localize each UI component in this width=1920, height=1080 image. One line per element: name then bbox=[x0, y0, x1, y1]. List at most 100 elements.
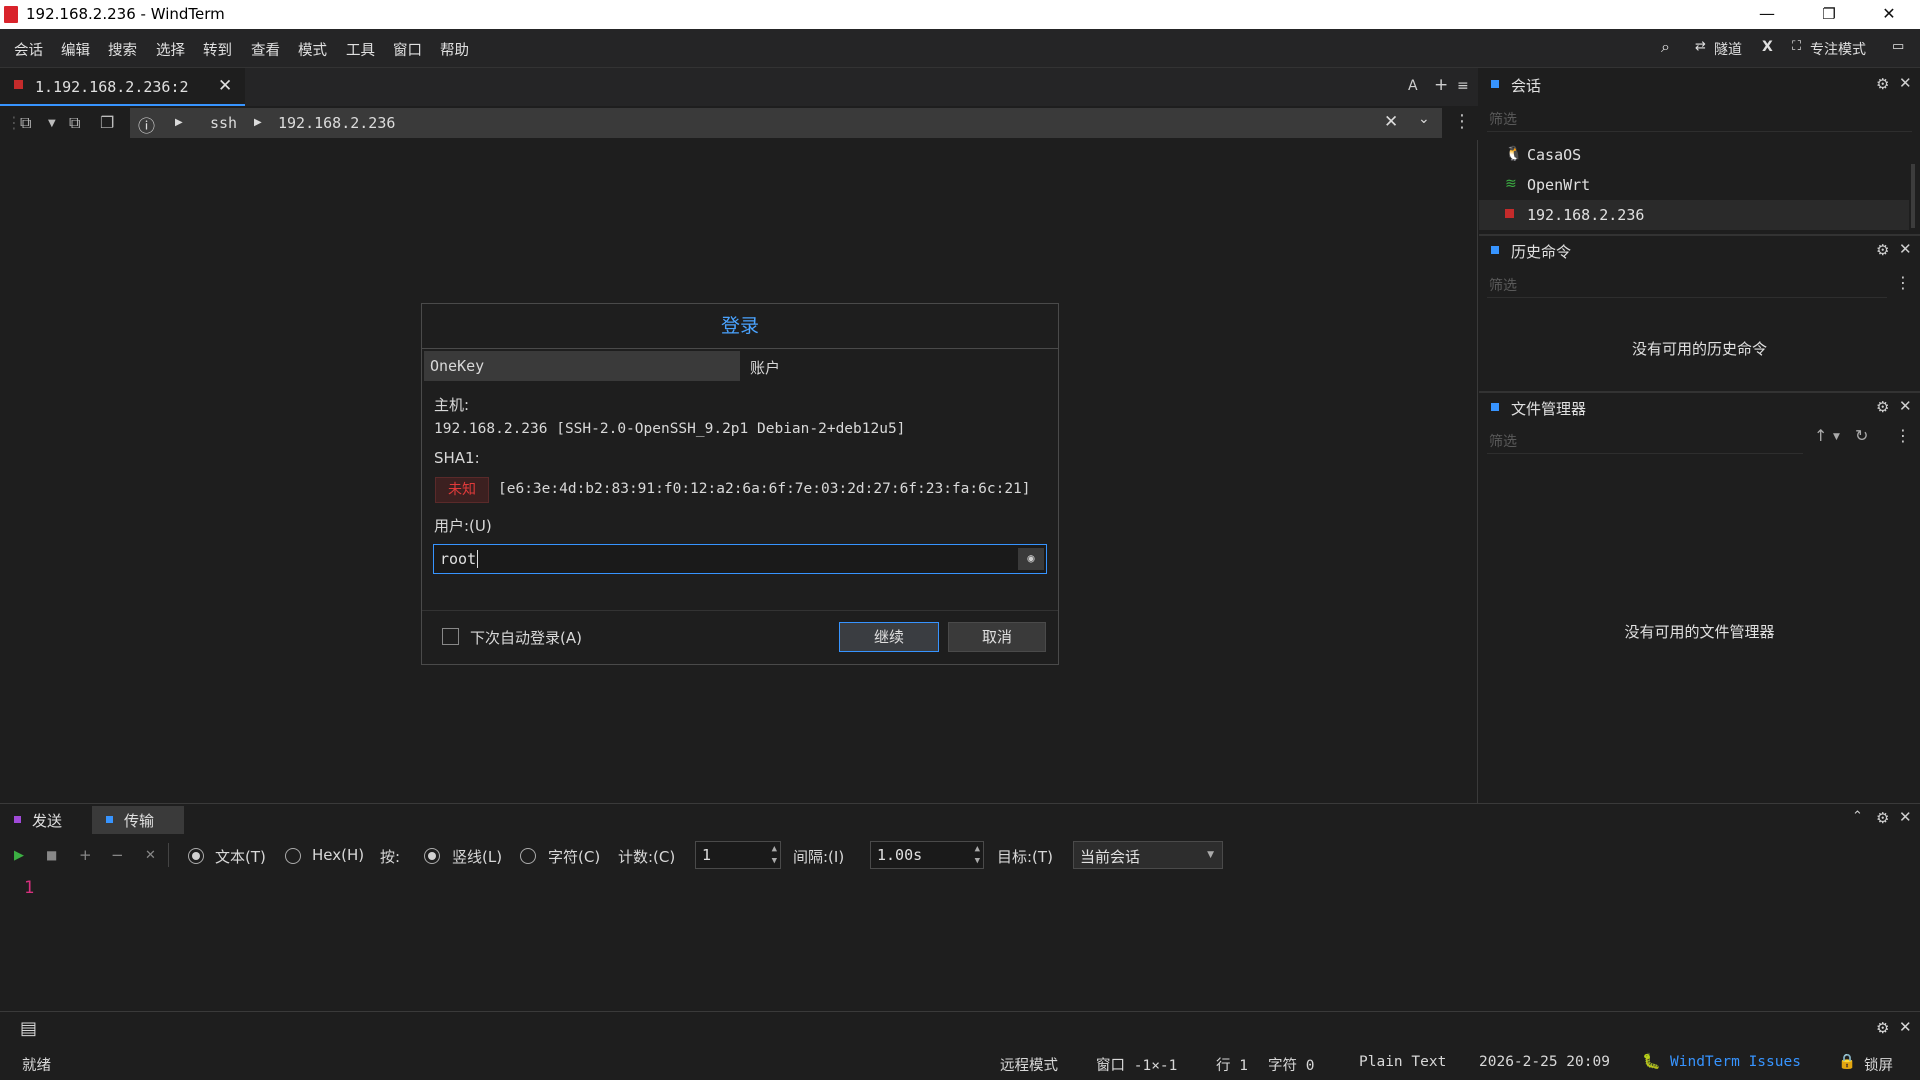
more-options-icon[interactable]: ⋮ bbox=[1453, 111, 1471, 132]
terminal-pane: 1.192.168.2.236:2 ✕ A + ≡ ⋮ ⧉ ▼ ⧉ ❐ ⓘ ▶ … bbox=[0, 68, 1478, 803]
dialog-title: 登录 bbox=[422, 304, 1058, 349]
stop-icon[interactable]: ■ bbox=[46, 848, 57, 862]
tab-onekey[interactable]: OneKey bbox=[424, 351, 740, 381]
chevron-right-icon: ▶ bbox=[254, 117, 262, 128]
menu-mode[interactable]: 模式 bbox=[298, 39, 327, 60]
target-select[interactable]: 当前会话 ▼ bbox=[1073, 841, 1223, 869]
restore-button[interactable]: ❐ bbox=[1806, 0, 1852, 29]
close-icon[interactable]: ✕ bbox=[1899, 397, 1912, 415]
hex-radio[interactable] bbox=[285, 848, 301, 864]
session-copy-icon[interactable]: ❐ bbox=[100, 113, 114, 132]
menu-search[interactable]: 搜索 bbox=[108, 39, 137, 60]
menu-session[interactable]: 会话 bbox=[14, 39, 43, 60]
menu-edit[interactable]: 编辑 bbox=[61, 39, 90, 60]
layout-icon[interactable]: ▭ bbox=[1892, 39, 1904, 54]
stepper-arrows-icon[interactable]: ▲ ▼ bbox=[975, 843, 980, 867]
gear-icon[interactable]: ⚙ bbox=[1876, 809, 1889, 827]
lock-screen-button[interactable]: 锁屏 bbox=[1864, 1054, 1893, 1075]
search-icon[interactable]: ⌕ bbox=[1661, 37, 1670, 57]
sessions-scrollbar[interactable] bbox=[1911, 164, 1915, 228]
stepper-arrows-icon[interactable]: ▲ ▼ bbox=[772, 843, 777, 867]
gear-icon[interactable]: ⚙ bbox=[1876, 398, 1889, 416]
syntax-indicator[interactable]: Plain Text bbox=[1359, 1054, 1446, 1070]
tab-send[interactable]: 发送 bbox=[0, 806, 92, 834]
info-icon[interactable]: ⓘ bbox=[138, 112, 155, 137]
host-segment[interactable]: 192.168.2.236 bbox=[278, 114, 395, 132]
close-icon[interactable]: ✕ bbox=[1899, 1018, 1912, 1036]
menu-select[interactable]: 选择 bbox=[156, 39, 185, 60]
refresh-icon[interactable]: ↻ bbox=[1855, 426, 1868, 445]
text-radio[interactable] bbox=[188, 848, 204, 864]
sha1-fingerprint: [e6:3e:4d:b2:83:91:f0:12:a2:6a:6f:7e:03:… bbox=[498, 481, 1031, 497]
clear-icon[interactable]: ✕ bbox=[145, 848, 156, 863]
windterm-issues-link[interactable]: WindTerm Issues bbox=[1670, 1054, 1801, 1070]
font-icon[interactable]: A bbox=[1408, 78, 1418, 94]
remove-icon[interactable]: − bbox=[111, 846, 124, 864]
remote-mode-indicator[interactable]: 远程模式 bbox=[1000, 1054, 1058, 1075]
new-session-dropdown-icon[interactable]: ▼ bbox=[48, 118, 56, 129]
send-panel: 发送 传输 ⌃ ⚙ ✕ ▶ ■ + − ✕ 文本(T) Hex(H) 按: 竖线… bbox=[0, 803, 1920, 1011]
x-icon[interactable]: X bbox=[1762, 39, 1773, 55]
line-radio[interactable] bbox=[424, 848, 440, 864]
gear-icon[interactable]: ⚙ bbox=[1876, 241, 1889, 259]
auto-login-label: 下次自动登录(A) bbox=[470, 629, 582, 647]
more-options-icon[interactable]: ⋮ bbox=[1895, 273, 1911, 292]
close-icon[interactable]: ✕ bbox=[1899, 808, 1912, 826]
close-window-button[interactable]: ✕ bbox=[1866, 0, 1912, 29]
menu-window[interactable]: 窗口 bbox=[393, 39, 422, 60]
tab-menu-icon[interactable]: ≡ bbox=[1457, 78, 1469, 94]
count-stepper[interactable]: 1 ▲ ▼ bbox=[695, 841, 781, 869]
char-radio-label: 字符(C) bbox=[548, 848, 601, 866]
session-item-192-168-2-236[interactable]: 192.168.2.236 bbox=[1479, 200, 1909, 230]
interval-stepper[interactable]: 1.00s ▲ ▼ bbox=[870, 841, 984, 869]
chevron-down-icon[interactable]: ▼ bbox=[1833, 432, 1840, 442]
gear-icon[interactable]: ⚙ bbox=[1876, 1019, 1889, 1037]
clear-address-icon[interactable]: ✕ bbox=[1384, 112, 1398, 132]
history-filter-input[interactable]: 筛选 bbox=[1487, 272, 1887, 298]
continue-button[interactable]: 继续 bbox=[839, 622, 939, 652]
menu-help[interactable]: 帮助 bbox=[440, 39, 469, 60]
menu-tools[interactable]: 工具 bbox=[346, 39, 375, 60]
chevron-up-icon[interactable]: ⌃ bbox=[1852, 809, 1863, 824]
tab-account[interactable]: 账户 bbox=[742, 351, 1056, 381]
focus-mode-button[interactable]: 专注模式 bbox=[1810, 39, 1866, 59]
new-session-icon[interactable]: ⧉ bbox=[20, 113, 31, 133]
terminal-icon bbox=[1505, 206, 1514, 222]
session-item-casaos[interactable]: 🐧 CasaOS bbox=[1479, 140, 1909, 170]
session-tab[interactable]: 1.192.168.2.236:2 ✕ bbox=[0, 68, 245, 106]
close-tab-icon[interactable]: ✕ bbox=[218, 76, 232, 96]
session-item-openwrt[interactable]: ≋ OpenWrt bbox=[1479, 170, 1909, 200]
sessions-filter-input[interactable]: 筛选 bbox=[1487, 106, 1912, 132]
minimize-button[interactable]: — bbox=[1744, 0, 1790, 29]
char-radio[interactable] bbox=[520, 848, 536, 864]
lock-icon[interactable]: 🔒 bbox=[1838, 1053, 1856, 1070]
sessions-panel-title: 会话 bbox=[1511, 77, 1542, 95]
sidebar-toggle-icon[interactable]: ▤ bbox=[20, 1018, 37, 1039]
menu-goto[interactable]: 转到 bbox=[203, 39, 232, 60]
user-input[interactable]: root ◉ bbox=[433, 544, 1047, 574]
duplicate-session-icon[interactable]: ⧉ bbox=[69, 113, 80, 133]
line-radio-label: 竖线(L) bbox=[452, 848, 503, 866]
tab-transfer[interactable]: 传输 bbox=[92, 806, 184, 834]
close-icon[interactable]: ✕ bbox=[1899, 240, 1912, 258]
focus-mode-icon[interactable]: ⛶ bbox=[1792, 39, 1801, 54]
address-dropdown-icon[interactable]: ⌄ bbox=[1418, 111, 1430, 127]
auto-login-checkbox[interactable] bbox=[442, 628, 459, 645]
menu-view[interactable]: 查看 bbox=[251, 39, 280, 60]
tunnel-icon[interactable]: ⇄ bbox=[1695, 39, 1706, 54]
play-icon[interactable]: ▶ bbox=[14, 848, 24, 863]
arrow-up-icon[interactable]: ↑ bbox=[1814, 426, 1827, 445]
files-filter-input[interactable]: 筛选 bbox=[1487, 428, 1803, 454]
add-icon[interactable]: + bbox=[79, 846, 92, 864]
more-options-icon[interactable]: ⋮ bbox=[1895, 426, 1911, 445]
cancel-button[interactable]: 取消 bbox=[948, 622, 1046, 652]
user-label: 用户:(U) bbox=[434, 517, 492, 535]
protocol-segment[interactable]: ssh bbox=[210, 114, 237, 132]
address-field[interactable]: ⓘ ▶ ssh ▶ 192.168.2.236 ✕ ⌄ bbox=[130, 108, 1442, 138]
close-icon[interactable]: ✕ bbox=[1899, 74, 1912, 92]
chevron-down-icon: ▼ bbox=[1207, 850, 1214, 860]
reveal-eye-icon[interactable]: ◉ bbox=[1018, 548, 1044, 570]
gear-icon[interactable]: ⚙ bbox=[1876, 75, 1889, 93]
add-tab-icon[interactable]: + bbox=[1434, 75, 1448, 95]
tunnel-button[interactable]: 隧道 bbox=[1714, 39, 1742, 59]
